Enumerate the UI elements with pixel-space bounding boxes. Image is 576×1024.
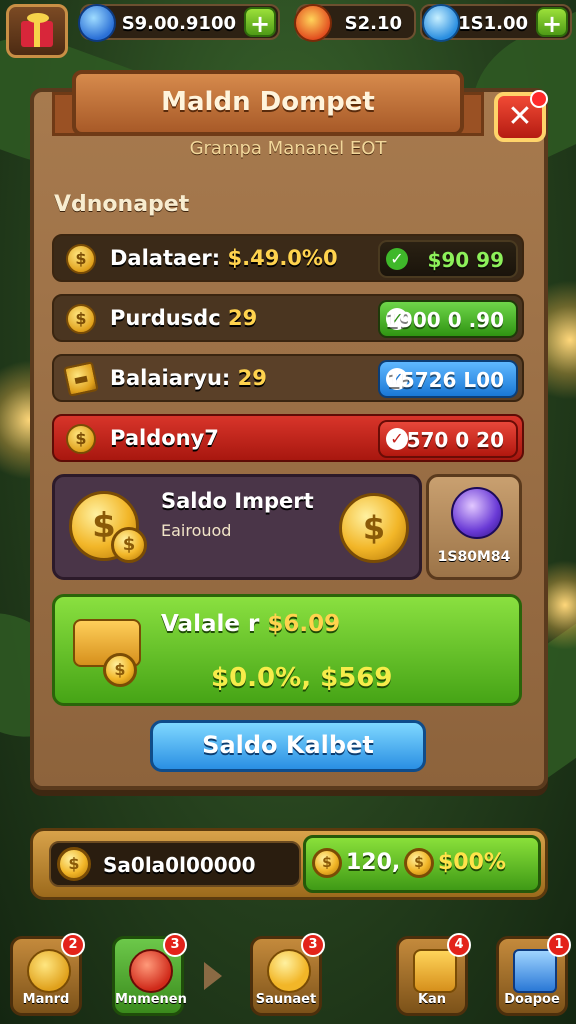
row-label-value: 29 xyxy=(237,366,267,390)
nav-doapoe[interactable]: 1 Doapoe xyxy=(496,933,571,1016)
saldo-card-title: Saldo Impert xyxy=(161,489,314,513)
coin-icon: $ xyxy=(57,847,91,881)
value-card-label-value: $6.09 xyxy=(267,611,341,637)
nav-label: Mnmenen xyxy=(115,992,187,1007)
row-value-pill: ✓ 570 0 20 xyxy=(378,420,518,458)
row-value-pill: ✓ $90 99 xyxy=(378,240,518,278)
coin-icon: $ xyxy=(312,848,342,878)
coin-icon: $ xyxy=(404,848,434,878)
resource-crystal-counter: 1S1.00 + xyxy=(420,4,572,42)
close-button[interactable]: ✕ xyxy=(494,90,548,142)
check-icon: ✓ xyxy=(386,248,408,270)
row-value: 15726 L00 xyxy=(386,368,504,392)
add-gems-button[interactable]: + xyxy=(244,7,276,38)
rate-value-2: $00% xyxy=(438,850,506,875)
coin-icon: $ xyxy=(66,304,96,334)
value-card-label: Valale r xyxy=(161,611,260,637)
resource-gems-counter: S9.00.9100 + xyxy=(78,4,280,42)
crystal-icon xyxy=(422,4,460,42)
resource-torch-counter: S2.10 xyxy=(294,4,416,42)
balance-row-2[interactable]: $ Purdusdc 29 ✓ 1900 0 .90 xyxy=(52,294,524,342)
nav-label: Doapoe xyxy=(504,992,560,1007)
row-value-pill: ✓ 15726 L00 xyxy=(378,360,518,398)
balance-display: $ Sa0la0l00000 xyxy=(49,841,301,887)
row-label-value: $.49.0%0 xyxy=(227,246,338,270)
rate-value-1: 120, xyxy=(346,850,401,875)
resource-gems-value: S9.00.9100 xyxy=(121,13,236,34)
nav-badge: 3 xyxy=(163,933,187,957)
blue-gem-icon xyxy=(78,4,116,42)
saldo-card-caption: Eairouod xyxy=(161,521,232,540)
panel-subtitle: Grampa Mananel EOT xyxy=(189,138,387,159)
row-value: 570 0 20 xyxy=(406,428,504,452)
row-value-pill: ✓ 1900 0 .90 xyxy=(378,300,518,338)
small-coin-icon: $ xyxy=(111,527,147,563)
balance-value: Sa0la0l00000 xyxy=(103,853,256,877)
gold-bar-icon: ▬ xyxy=(63,361,99,397)
coin-icon: $ xyxy=(66,424,96,454)
gold-coin-icon xyxy=(27,949,71,993)
panel-title: Maldn Dompet xyxy=(161,87,375,117)
nav-saunaet[interactable]: 3 Saunaet xyxy=(250,933,325,1016)
nav-manrd[interactable]: 2 Manrd xyxy=(10,933,85,1016)
row-label: Dalataer: xyxy=(110,246,221,270)
nav-badge: 3 xyxy=(301,933,325,957)
nav-badge: 2 xyxy=(61,933,85,957)
coin-icon: $ xyxy=(66,244,96,274)
nav-label: Saunaet xyxy=(255,992,317,1007)
saldo-import-card[interactable]: $ $ Saldo Impert Eairouod $ xyxy=(52,474,422,580)
section-label: Vdnonapet xyxy=(54,192,190,217)
nav-label: Manrd xyxy=(22,992,70,1007)
row-value: 1900 0 .90 xyxy=(385,308,504,332)
row-label-value: 29 xyxy=(227,306,258,330)
value-card-values: $0.0%, $569 xyxy=(211,663,393,693)
torch-icon xyxy=(294,4,332,42)
nav-badge: 4 xyxy=(447,933,471,957)
resource-crystal-value: 1S1.00 xyxy=(458,13,528,34)
value-card[interactable]: $ Valale r $6.09 $0.0%, $569 xyxy=(52,594,522,706)
add-crystal-button[interactable]: + xyxy=(536,7,568,38)
top-resource-bar: S9.00.9100 + S2.10 1S1.00 + xyxy=(0,0,576,58)
notification-dot xyxy=(530,90,548,108)
saldo-kalbet-button[interactable]: Saldo Kalbet xyxy=(150,720,426,772)
gift-button[interactable] xyxy=(6,4,68,58)
red-coin-icon xyxy=(129,949,173,993)
title-banner: Maldn Dompet xyxy=(72,70,464,136)
balance-row-1[interactable]: $ Dalataer: $.49.0%0 ✓ $90 99 xyxy=(52,234,524,282)
balance-row-4[interactable]: $ Paldony7 ✓ 570 0 20 xyxy=(52,414,524,462)
gold-bars-icon xyxy=(413,949,457,993)
coin-icon: $ xyxy=(103,653,137,687)
nav-mnmenen[interactable]: 3 Mnmenen xyxy=(112,933,187,1016)
blue-box-icon xyxy=(513,949,557,993)
check-icon: ✓ xyxy=(386,428,408,450)
row-label: Purdusdc xyxy=(110,306,221,330)
row-value: $90 99 xyxy=(427,248,504,272)
nav-badge: 1 xyxy=(547,933,571,957)
nav-label: Kan xyxy=(417,992,447,1007)
row-label: Balaiaryu: xyxy=(110,366,231,390)
arrow-right-icon[interactable] xyxy=(204,962,222,990)
purple-gem-icon xyxy=(451,487,503,539)
gem-card-value: 1S80M84 xyxy=(437,549,511,565)
rate-display[interactable]: $ 120, $ $00% xyxy=(303,835,541,893)
row-label: Paldony7 xyxy=(110,426,219,450)
balance-row-3[interactable]: ▬ Balaiaryu: 29 ✓ 15726 L00 xyxy=(52,354,524,402)
treasure-pile-icon xyxy=(267,949,311,993)
close-icon: ✕ xyxy=(507,99,533,134)
dollar-coin-icon: $ xyxy=(339,493,409,563)
bottom-balance-bar: $ Sa0la0l00000 $ 120, $ $00% xyxy=(30,828,548,900)
nav-kan[interactable]: 4 Kan xyxy=(396,933,471,1016)
resource-torch-value: S2.10 xyxy=(344,13,402,34)
gem-card[interactable]: 1S80M84 xyxy=(426,474,522,580)
